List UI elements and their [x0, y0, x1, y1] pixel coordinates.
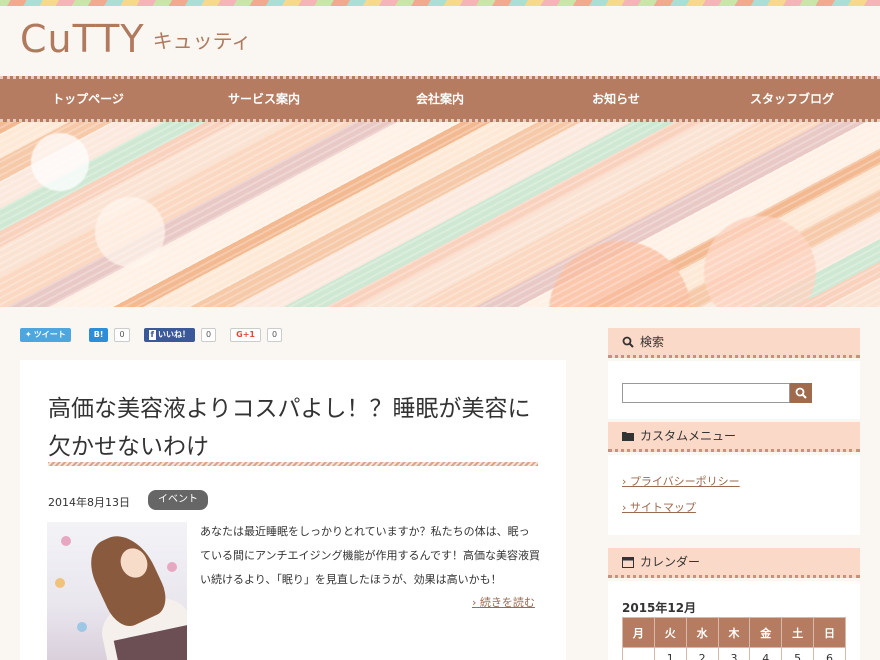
- share-buttons: ✦ ツイート B! 0 f いいね！ 0 G+1 0: [20, 328, 290, 342]
- facebook-like-button[interactable]: f いいね！: [143, 328, 196, 342]
- nav-item-staff-blog[interactable]: スタッフブログ: [704, 79, 880, 119]
- calendar-icon: [622, 556, 634, 568]
- weekday-sun: 日: [813, 617, 846, 648]
- flower-icon: [61, 536, 71, 546]
- site-header: CuTTY キュッティ: [0, 6, 880, 78]
- search-widget-title: 検索: [608, 328, 860, 358]
- calendar-day: [622, 647, 655, 660]
- post-date: 2014年8月13日: [48, 496, 130, 509]
- global-nav: トップページ サービス案内 会社案内 お知らせ スタッフブログ: [0, 76, 880, 122]
- search-input[interactable]: [622, 383, 790, 403]
- calendar-month: 2015年12月: [622, 601, 697, 615]
- calendar-title-label: カレンダー: [640, 554, 701, 569]
- flower-icon: [55, 578, 65, 588]
- facebook-icon: f: [148, 330, 157, 340]
- chevron-right-icon: ›: [472, 596, 477, 609]
- weekday-thu: 木: [717, 617, 751, 648]
- like-label: いいね！: [158, 330, 191, 339]
- weekday-sat: 土: [781, 617, 815, 648]
- calendar-day[interactable]: 2: [685, 647, 719, 660]
- flower-icon: [167, 562, 177, 572]
- custom-menu-widget: › プライバシーポリシー › サイトマップ: [608, 455, 860, 535]
- search-widget: [608, 361, 860, 419]
- calendar-weekday-row: 月 火 水 木 金 土 日: [622, 617, 846, 648]
- post-title[interactable]: 高価な美容液よりコスパよし！？睡眠が美容に欠かせないわけ: [48, 390, 538, 466]
- nav-item-services[interactable]: サービス案内: [176, 79, 352, 119]
- menu-link-label: サイトマップ: [629, 501, 696, 514]
- calendar-day[interactable]: 4: [749, 647, 783, 660]
- calendar-widget: 2015年12月 月 火 水 木 金 土 日 1 2 3 4 5 6: [608, 581, 860, 660]
- tweet-button[interactable]: ✦ ツイート: [20, 328, 71, 342]
- post-thumbnail[interactable]: [47, 522, 187, 660]
- twitter-bird-icon: ✦: [25, 330, 32, 339]
- hero-lace-image: [0, 122, 880, 307]
- weekday-tue: 火: [653, 617, 687, 648]
- weekday-fri: 金: [749, 617, 783, 648]
- calendar-widget-title: カレンダー: [608, 548, 860, 578]
- post-excerpt: あなたは最近睡眠をしっかりとれていますか？私たちの体は、眠っている間にアンチエイ…: [200, 525, 541, 586]
- site-logo[interactable]: CuTTY キュッティ: [20, 18, 251, 60]
- weekday-wed: 水: [685, 617, 719, 648]
- logo-text: CuTTY: [20, 17, 145, 61]
- read-more-link[interactable]: › 続きを読む: [472, 594, 535, 610]
- hatena-bookmark-button[interactable]: B!: [88, 328, 109, 342]
- hatena-icon: B!: [93, 330, 104, 339]
- calendar-table: 月 火 水 木 金 土 日 1 2 3 4 5 6: [622, 617, 846, 660]
- menu-link-label: プライバシーポリシー: [629, 475, 740, 488]
- blog-post: 高価な美容液よりコスパよし！？睡眠が美容に欠かせないわけ 2014年8月13日 …: [20, 360, 566, 660]
- calendar-day[interactable]: 1: [653, 647, 687, 660]
- chevron-right-icon: ›: [622, 475, 627, 488]
- nav-item-company[interactable]: 会社案内: [352, 79, 528, 119]
- tweet-label: ツイート: [33, 330, 66, 339]
- calendar-day[interactable]: 6: [813, 647, 846, 660]
- search-icon: [795, 387, 807, 399]
- google-plus-icon: G+1: [236, 330, 255, 339]
- google-plus-button[interactable]: G+1: [230, 328, 261, 342]
- hatena-count: 0: [114, 328, 130, 342]
- calendar-day[interactable]: 5: [781, 647, 815, 660]
- calendar-week-row: 1 2 3 4 5 6: [622, 647, 846, 660]
- menu-widget-title: カスタムメニュー: [608, 422, 860, 452]
- facebook-like-count: 0: [201, 328, 217, 342]
- category-tag[interactable]: イベント: [148, 490, 208, 510]
- search-button[interactable]: [790, 383, 812, 403]
- chevron-right-icon: ›: [622, 501, 627, 514]
- title-divider: [48, 462, 538, 466]
- folder-icon: [622, 431, 634, 441]
- calendar-day[interactable]: 3: [717, 647, 751, 660]
- nav-item-news[interactable]: お知らせ: [528, 79, 704, 119]
- menu-link-sitemap[interactable]: › サイトマップ: [622, 499, 696, 515]
- read-more-label: 続きを読む: [479, 596, 535, 609]
- weekday-mon: 月: [622, 617, 655, 648]
- logo-subtitle: キュッティ: [152, 29, 252, 53]
- menu-title-label: カスタムメニュー: [640, 428, 737, 443]
- menu-link-privacy-policy[interactable]: › プライバシーポリシー: [622, 473, 740, 489]
- search-title-label: 検索: [640, 334, 665, 349]
- nav-item-top[interactable]: トップページ: [0, 79, 176, 119]
- flower-icon: [77, 622, 87, 632]
- search-icon: [622, 336, 634, 348]
- google-plus-count: 0: [266, 328, 283, 342]
